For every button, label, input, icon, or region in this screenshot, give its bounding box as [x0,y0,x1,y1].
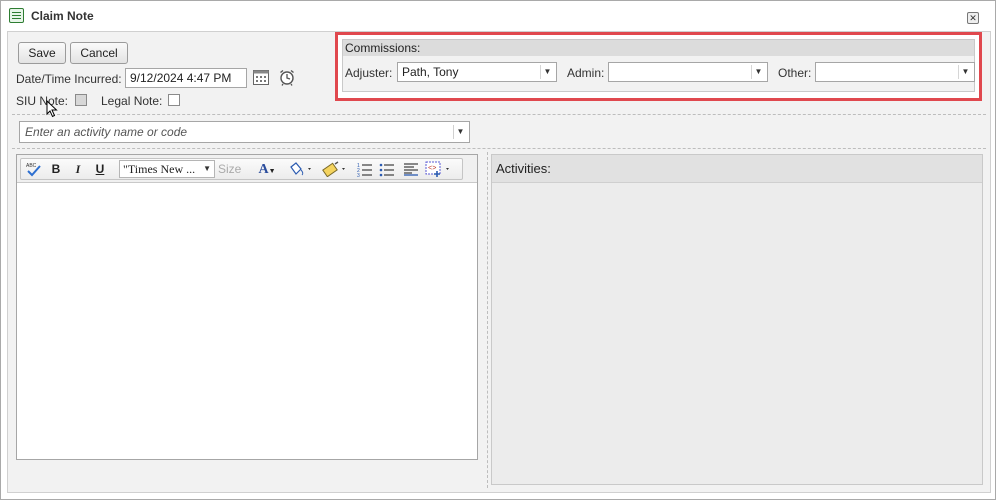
adjuster-label: Adjuster: [345,66,393,80]
mouse-cursor-icon [46,99,58,121]
commissions-header: Commissions: [343,40,974,56]
italic-button[interactable]: I [71,161,85,177]
bold-button[interactable]: B [49,161,63,177]
window-title: Claim Note [31,9,94,23]
editor-toolbar-group: ABC B I U "Times New ... ▼ Size A▼ 1 2 3… [20,158,463,180]
title-bar: Claim Note ✕ [1,1,995,31]
admin-select[interactable]: ▼ [608,62,768,82]
underline-button[interactable]: U [93,161,107,177]
date-time-incurred-label: Date/Time Incurred: [16,72,122,86]
note-icon [9,8,24,23]
legal-note-label: Legal Note: [101,94,163,108]
font-size-select[interactable]: Size [218,162,241,176]
close-icon[interactable]: ✕ [967,12,979,24]
other-label: Other: [778,66,812,80]
svg-text:3: 3 [357,173,360,177]
date-time-incurred-input[interactable]: 9/12/2024 4:47 PM [125,68,247,88]
activity-placeholder: Enter an activity name or code [25,125,188,139]
editor-toolbar: ABC B I U "Times New ... ▼ Size A▼ 1 2 3… [17,155,477,183]
chevron-down-icon[interactable]: ▼ [453,125,467,139]
font-family-select[interactable]: "Times New ... ▼ [119,160,215,178]
font-color-button[interactable]: A▼ [255,161,279,177]
calendar-icon[interactable] [253,70,269,85]
font-color-glyph: A [258,162,269,177]
claim-note-window: Claim Note ✕ Save Cancel Date/Time Incur… [0,0,996,500]
format-stripper-icon[interactable] [321,161,349,178]
numbered-list-icon[interactable]: 123 [357,161,373,179]
adjuster-select[interactable]: Path, Tony ▼ [397,62,557,82]
chevron-down-icon: ▼ [268,168,276,175]
chevron-down-icon: ▼ [958,65,972,79]
font-family-value: "Times New ... [123,162,196,176]
chevron-down-icon: ▼ [203,164,211,173]
activities-list [492,184,982,484]
svg-text:ABC: ABC [26,163,37,169]
cancel-button[interactable]: Cancel [70,42,128,64]
section-divider [12,148,986,149]
commissions-highlight: Commissions: Adjuster: Path, Tony ▼ Admi… [335,32,982,101]
save-button[interactable]: Save [18,42,66,64]
insert-snippet-icon[interactable]: <> [425,161,455,177]
siu-note-checkbox[interactable] [75,94,87,106]
siu-note-label: SIU Note: [16,94,69,108]
highlight-color-icon[interactable] [287,161,315,177]
claim-note-content: Save Cancel Date/Time Incurred: 9/12/202… [7,31,991,493]
note-body-textarea[interactable] [17,184,477,459]
adjuster-value: Path, Tony [402,65,459,79]
chevron-down-icon: ▼ [751,65,765,79]
admin-label: Admin: [567,66,605,80]
legal-note-checkbox[interactable] [168,94,180,106]
chevron-down-icon: ▼ [540,65,554,79]
bulleted-list-icon[interactable] [379,161,395,177]
activities-header: Activities: [492,155,982,183]
alarm-clock-icon[interactable] [278,68,296,86]
svg-text:<>: <> [428,165,436,173]
commissions-panel: Commissions: Adjuster: Path, Tony ▼ Admi… [342,39,975,92]
note-editor: ABC B I U "Times New ... ▼ Size A▼ 1 2 3… [16,154,478,460]
align-left-icon[interactable] [403,161,419,177]
activity-search-input[interactable]: Enter an activity name or code ▼ [19,121,470,143]
activities-panel: Activities: [491,154,983,485]
other-select[interactable]: ▼ [815,62,975,82]
section-divider [12,114,986,115]
spellcheck-icon[interactable]: ABC [25,161,43,177]
pane-divider [487,152,488,488]
